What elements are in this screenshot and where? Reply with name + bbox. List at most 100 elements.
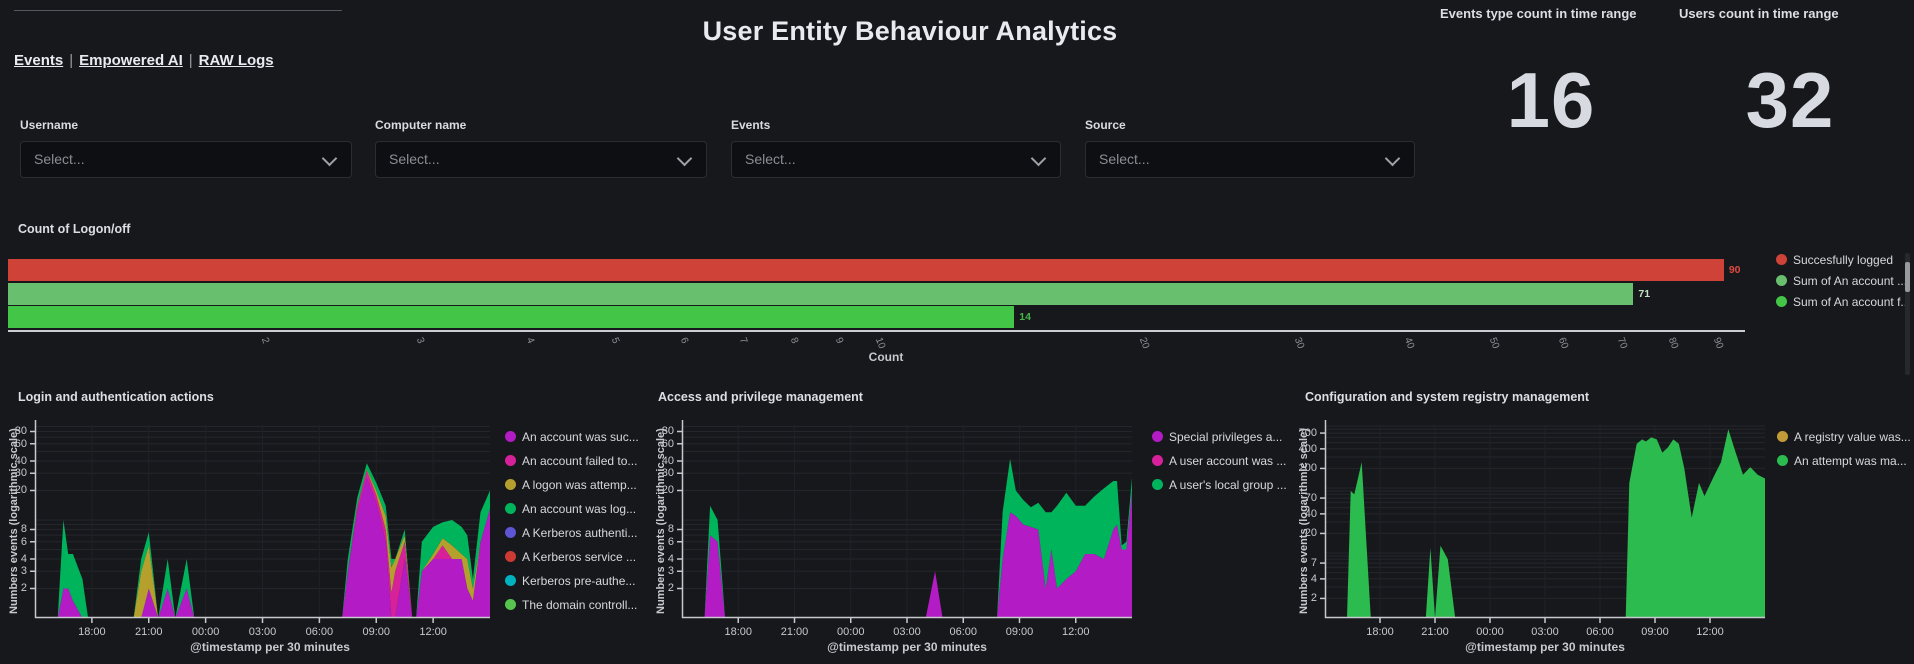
legend-dot — [505, 575, 516, 586]
metric-title: Users count in time range — [1679, 6, 1901, 21]
events-select[interactable]: Select... — [731, 141, 1061, 178]
y-tick-label: 2 — [644, 582, 674, 594]
x-tick-label: 40 — [1401, 336, 1415, 350]
logon-x-axis-label: Count — [786, 350, 986, 364]
y-tick-label: 4 — [0, 553, 27, 565]
source-select[interactable]: Select... — [1085, 141, 1415, 178]
legend-dot — [1152, 455, 1163, 466]
legend-label: Special privileges a... — [1169, 430, 1282, 444]
y-tick-label: 20 — [0, 484, 27, 496]
legend-item[interactable]: An account failed to... — [505, 454, 637, 468]
y-tick-label: 4 — [644, 553, 674, 565]
legend-label: A registry value was... — [1794, 430, 1911, 444]
bar-value-label: 71 — [1638, 288, 1650, 300]
y-tick-label: 3 — [644, 565, 674, 577]
legend-item[interactable]: A registry value was... — [1777, 430, 1911, 444]
legend-item[interactable]: A Kerberos service ... — [505, 550, 636, 564]
select-placeholder: Select... — [389, 151, 440, 167]
y-tick-label: 6 — [0, 536, 27, 548]
legend-dot — [505, 599, 516, 610]
legend-item[interactable]: Succesfully logged — [1776, 253, 1893, 267]
legend-label: A user's local group ... — [1169, 478, 1287, 492]
x-tick-label: 60 — [1556, 336, 1570, 350]
dashboard: Events|Empowered AI|RAW Logs User Entity… — [0, 0, 1914, 664]
x-tick-label: 7 — [737, 336, 749, 345]
y-tick-label: 2 — [1287, 592, 1317, 604]
bar-sum-of-an-account-f- — [8, 306, 1014, 328]
nav-separator: | — [63, 52, 79, 69]
legend-item[interactable]: Sum of An account ... — [1776, 274, 1907, 288]
y-tick-label: 20 — [644, 484, 674, 496]
metric-value: 32 — [1679, 55, 1901, 146]
legend-label: A Kerberos authenti... — [522, 526, 637, 540]
x-tick-label: 80 — [1666, 336, 1680, 350]
x-tick-label: 90 — [1711, 336, 1725, 350]
x-tick-label: 00:00 — [184, 626, 228, 638]
legend-scrollbar-thumb[interactable] — [1905, 262, 1910, 292]
x-tick-label: 06:00 — [1578, 626, 1622, 638]
chevron-down-icon — [322, 151, 338, 167]
metric-value: 16 — [1440, 55, 1662, 146]
filter-source: Source Select... — [1085, 118, 1415, 178]
area-chart-config_registry — [1325, 425, 1765, 618]
x-tick-label: 09:00 — [354, 626, 398, 638]
y-tick-label: 8 — [0, 523, 27, 535]
y-tick-label: 60 — [644, 438, 674, 450]
x-tick-label: 12:00 — [411, 626, 455, 638]
y-tick-label: 40 — [0, 455, 27, 467]
chevron-down-icon — [1031, 151, 1047, 167]
legend-dot — [1777, 455, 1788, 466]
chevron-down-icon — [1385, 151, 1401, 167]
computer-name-select[interactable]: Select... — [375, 141, 707, 178]
x-tick-label: 03:00 — [241, 626, 285, 638]
x-tick-label: 2 — [259, 336, 271, 345]
legend-item[interactable]: An account was log... — [505, 502, 636, 516]
y-tick-label: 400 — [1287, 443, 1317, 455]
select-placeholder: Select... — [745, 151, 796, 167]
y-tick-label: 7 — [1287, 557, 1317, 569]
legend-item[interactable]: An attempt was ma... — [1777, 454, 1907, 468]
area-chart-login_auth — [35, 425, 490, 618]
legend-dot — [1152, 431, 1163, 442]
x-axis-label: @timestamp per 30 minutes — [120, 640, 420, 654]
legend-item[interactable]: A logon was attemp... — [505, 478, 637, 492]
bar-succesfully-logged — [8, 259, 1724, 281]
x-tick-label: 21:00 — [127, 626, 171, 638]
legend-dot — [505, 503, 516, 514]
y-tick-label: 2 — [0, 582, 27, 594]
legend-item[interactable]: An account was suc... — [505, 430, 639, 444]
legend-item[interactable]: A user account was ... — [1152, 454, 1286, 468]
legend-item[interactable]: A Kerberos authenti... — [505, 526, 637, 540]
x-tick-label: 30 — [1292, 336, 1306, 350]
nav-links: Events|Empowered AI|RAW Logs — [14, 52, 274, 69]
nav-link-raw-logs[interactable]: RAW Logs — [199, 52, 274, 69]
legend-dot — [505, 431, 516, 442]
panel-title: Access and privilege management — [658, 390, 863, 404]
x-tick-label: 10 — [873, 336, 887, 350]
legend-item[interactable]: Special privileges a... — [1152, 430, 1282, 444]
page-title: User Entity Behaviour Analytics — [610, 16, 1210, 47]
x-tick-label: 50 — [1486, 336, 1500, 350]
filter-label: Events — [731, 118, 1061, 132]
legend-item[interactable]: Sum of An account f... — [1776, 295, 1910, 309]
x-tick-label: 06:00 — [297, 626, 341, 638]
nav-link-events[interactable]: Events — [14, 52, 63, 69]
x-tick-label: 18:00 — [1358, 626, 1402, 638]
chevron-down-icon — [677, 151, 693, 167]
legend-item[interactable]: A user's local group ... — [1152, 478, 1287, 492]
metric-users-count: Users count in time range 32 — [1679, 6, 1901, 146]
legend-dot-green — [1776, 275, 1787, 286]
legend-item[interactable]: The domain controll... — [505, 598, 637, 612]
y-tick-label: 30 — [644, 467, 674, 479]
panel-login-auth: Login and authentication actions Numbers… — [8, 385, 646, 664]
nav-link-empowered-ai[interactable]: Empowered AI — [79, 52, 183, 69]
panel-config-registry: Configuration and system registry manage… — [1295, 385, 1914, 664]
x-tick-label: 20 — [1137, 336, 1151, 350]
nav-separator: | — [183, 52, 199, 69]
username-select[interactable]: Select... — [20, 141, 352, 178]
legend-item[interactable]: Kerberos pre-authe... — [505, 574, 635, 588]
legend-label: Succesfully logged — [1793, 253, 1893, 267]
y-tick-label: 40 — [1287, 508, 1317, 520]
y-tick-label: 4 — [1287, 573, 1317, 585]
logon-chart-title: Count of Logon/off — [18, 222, 130, 236]
